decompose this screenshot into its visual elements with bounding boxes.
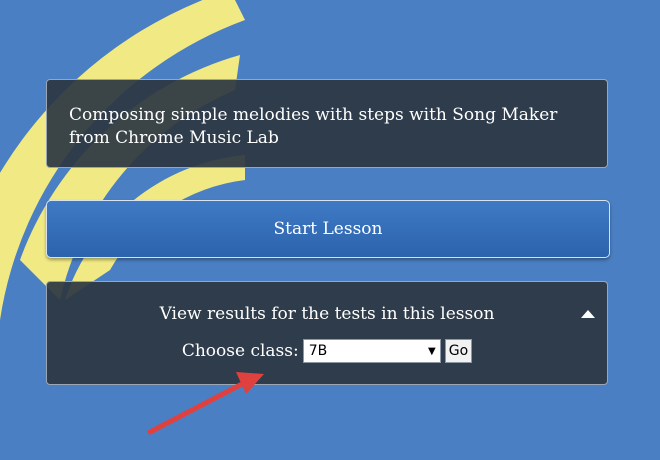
lesson-card: Composing simple melodies with steps wit… bbox=[46, 79, 608, 168]
choose-class-label: Choose class: bbox=[181, 341, 299, 361]
class-picker-row: Choose class: 7B ▼ Go bbox=[47, 339, 607, 363]
lesson-title: Composing simple melodies with steps wit… bbox=[69, 105, 558, 148]
class-select[interactable]: 7B ▼ bbox=[302, 339, 441, 363]
triangle-up-icon[interactable] bbox=[581, 309, 595, 318]
class-select-value: 7B bbox=[308, 343, 328, 359]
results-panel: View results for the tests in this lesso… bbox=[46, 281, 608, 385]
go-button[interactable]: Go bbox=[444, 339, 473, 363]
chevron-down-icon: ▼ bbox=[428, 345, 436, 357]
results-title: View results for the tests in this lesso… bbox=[159, 304, 495, 324]
start-lesson-button[interactable]: Start Lesson bbox=[46, 200, 610, 258]
